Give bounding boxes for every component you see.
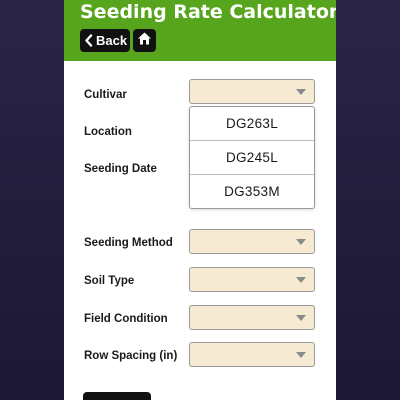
home-icon [137, 31, 152, 51]
row-spacing-select[interactable] [189, 342, 315, 367]
seeding-method-select[interactable] [189, 229, 315, 254]
header-bar: Seeding Rate Calculator Back [64, 0, 336, 61]
caret-down-icon [296, 89, 306, 95]
page-title: Seeding Rate Calculator [80, 1, 336, 23]
location-label: Location [84, 126, 132, 138]
calculate-button[interactable] [83, 392, 151, 400]
caret-down-icon [296, 277, 306, 283]
soil-type-label: Soil Type [84, 275, 135, 287]
back-button-label: Back [96, 33, 128, 48]
caret-down-icon [296, 315, 306, 321]
back-button[interactable]: Back [80, 29, 130, 52]
chevron-left-icon [84, 34, 93, 47]
page-background-left [0, 0, 64, 400]
caret-down-icon [296, 239, 306, 245]
soil-type-select[interactable] [189, 267, 315, 292]
field-condition-label: Field Condition [84, 313, 168, 325]
cultivar-select[interactable] [189, 79, 315, 104]
home-button[interactable] [133, 29, 156, 52]
row-spacing-label: Row Spacing (in) [84, 350, 178, 362]
cultivar-label: Cultivar [84, 89, 127, 101]
cultivar-option[interactable]: DG263L [190, 107, 314, 141]
page-background-right [336, 0, 400, 400]
cultivar-dropdown-list: DG263L DG245L DG353M [189, 106, 315, 209]
field-condition-select[interactable] [189, 305, 315, 330]
caret-down-icon [296, 352, 306, 358]
app-panel: Seeding Rate Calculator Back Cultivar Lo… [64, 0, 336, 400]
cultivar-option[interactable]: DG353M [190, 175, 314, 208]
cultivar-option[interactable]: DG245L [190, 141, 314, 175]
seeding-date-label: Seeding Date [84, 163, 157, 175]
seeding-method-label: Seeding Method [84, 237, 173, 249]
